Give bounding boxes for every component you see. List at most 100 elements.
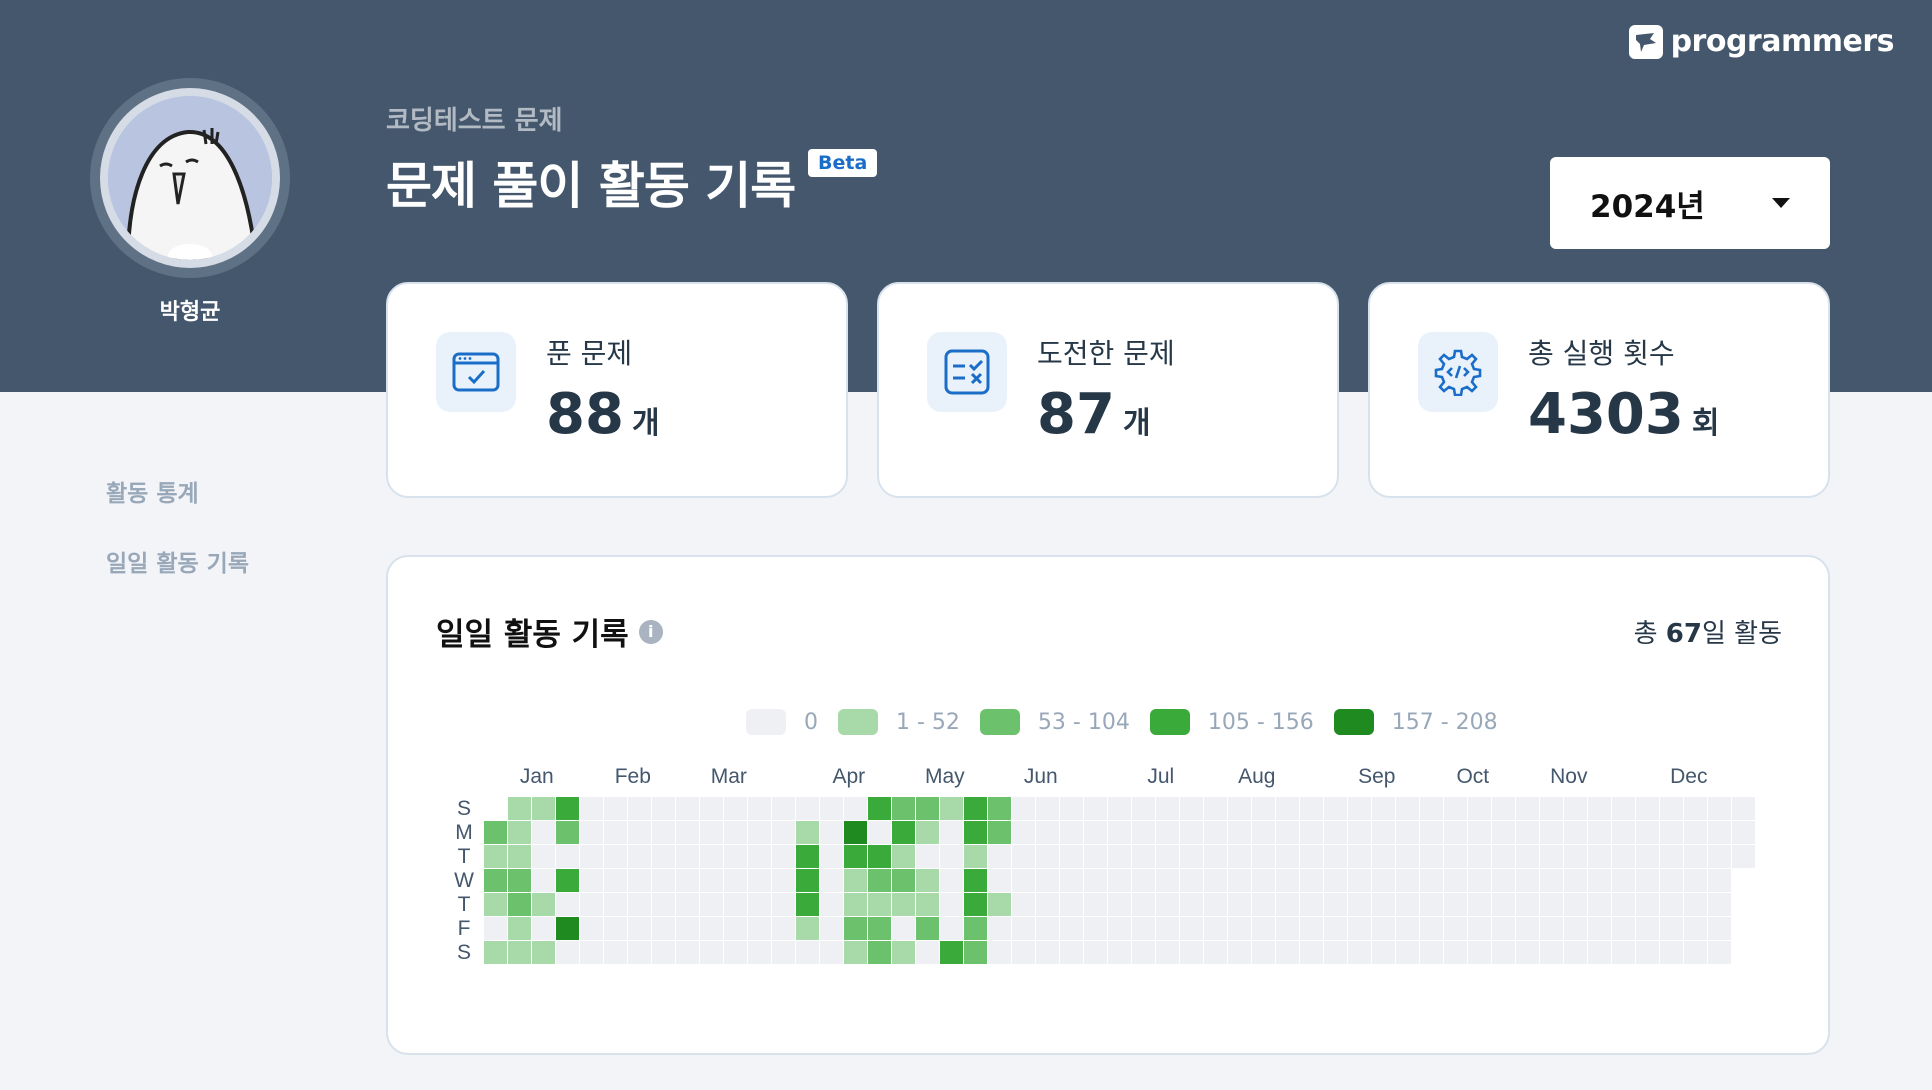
- heatmap-day-cell[interactable]: [628, 941, 651, 964]
- heatmap-day-cell[interactable]: [1684, 821, 1707, 844]
- heatmap-day-cell[interactable]: [1084, 797, 1107, 820]
- heatmap-day-cell[interactable]: [604, 845, 627, 868]
- heatmap-day-cell[interactable]: [1540, 845, 1563, 868]
- heatmap-day-cell[interactable]: [796, 941, 819, 964]
- heatmap-day-cell[interactable]: [916, 893, 939, 916]
- heatmap-day-cell[interactable]: [1636, 941, 1659, 964]
- heatmap-day-cell[interactable]: [1228, 893, 1251, 916]
- heatmap-day-cell[interactable]: [1660, 845, 1683, 868]
- heatmap-day-cell[interactable]: [1156, 869, 1179, 892]
- heatmap-day-cell[interactable]: [1084, 941, 1107, 964]
- heatmap-day-cell[interactable]: [1492, 845, 1515, 868]
- heatmap-day-cell[interactable]: [772, 869, 795, 892]
- heatmap-day-cell[interactable]: [1324, 869, 1347, 892]
- heatmap-day-cell[interactable]: [1204, 821, 1227, 844]
- heatmap-day-cell[interactable]: [1732, 821, 1755, 844]
- heatmap-day-cell[interactable]: [1396, 917, 1419, 940]
- heatmap-day-cell[interactable]: [820, 797, 843, 820]
- heatmap-day-cell[interactable]: [1516, 797, 1539, 820]
- heatmap-day-cell[interactable]: [844, 821, 867, 844]
- heatmap-day-cell[interactable]: [1348, 821, 1371, 844]
- heatmap-day-cell[interactable]: [1060, 869, 1083, 892]
- heatmap-day-cell[interactable]: [1588, 797, 1611, 820]
- heatmap-day-cell[interactable]: [916, 941, 939, 964]
- heatmap-day-cell[interactable]: [1060, 845, 1083, 868]
- heatmap-day-cell[interactable]: [1228, 845, 1251, 868]
- heatmap-day-cell[interactable]: [1300, 941, 1323, 964]
- heatmap-day-cell[interactable]: [700, 821, 723, 844]
- heatmap-day-cell[interactable]: [820, 845, 843, 868]
- heatmap-day-cell[interactable]: [1612, 917, 1635, 940]
- heatmap-day-cell[interactable]: [796, 893, 819, 916]
- heatmap-day-cell[interactable]: [1420, 869, 1443, 892]
- heatmap-day-cell[interactable]: [1348, 917, 1371, 940]
- heatmap-day-cell[interactable]: [1348, 893, 1371, 916]
- heatmap-day-cell[interactable]: [1612, 941, 1635, 964]
- heatmap-day-cell[interactable]: [1708, 797, 1731, 820]
- heatmap-day-cell[interactable]: [796, 821, 819, 844]
- heatmap-day-cell[interactable]: [1084, 917, 1107, 940]
- heatmap-day-cell[interactable]: [1540, 917, 1563, 940]
- heatmap-day-cell[interactable]: [580, 941, 603, 964]
- heatmap-day-cell[interactable]: [1684, 797, 1707, 820]
- heatmap-day-cell[interactable]: [796, 845, 819, 868]
- heatmap-day-cell[interactable]: [1132, 893, 1155, 916]
- heatmap-day-cell[interactable]: [1444, 821, 1467, 844]
- heatmap-day-cell[interactable]: [1324, 797, 1347, 820]
- heatmap-day-cell[interactable]: [1036, 845, 1059, 868]
- info-icon[interactable]: i: [638, 619, 663, 644]
- heatmap-day-cell[interactable]: [1420, 917, 1443, 940]
- heatmap-day-cell[interactable]: [940, 869, 963, 892]
- heatmap-day-cell[interactable]: [772, 845, 795, 868]
- heatmap-day-cell[interactable]: [652, 845, 675, 868]
- heatmap-day-cell[interactable]: [796, 869, 819, 892]
- heatmap-day-cell[interactable]: [1300, 821, 1323, 844]
- heatmap-day-cell[interactable]: [1540, 797, 1563, 820]
- heatmap-day-cell[interactable]: [1444, 917, 1467, 940]
- heatmap-day-cell[interactable]: [1372, 941, 1395, 964]
- heatmap-day-cell[interactable]: [1708, 821, 1731, 844]
- year-select[interactable]: 2024년: [1550, 157, 1830, 249]
- heatmap-day-cell[interactable]: [1108, 797, 1131, 820]
- heatmap-day-cell[interactable]: [916, 917, 939, 940]
- heatmap-day-cell[interactable]: [772, 797, 795, 820]
- heatmap-day-cell[interactable]: [1108, 869, 1131, 892]
- heatmap-day-cell[interactable]: [676, 845, 699, 868]
- heatmap-day-cell[interactable]: [724, 893, 747, 916]
- heatmap-day-cell[interactable]: [532, 845, 555, 868]
- heatmap-day-cell[interactable]: [1012, 893, 1035, 916]
- heatmap-day-cell[interactable]: [484, 893, 507, 916]
- heatmap-day-cell[interactable]: [988, 869, 1011, 892]
- heatmap-day-cell[interactable]: [556, 797, 579, 820]
- heatmap-day-cell[interactable]: [1708, 941, 1731, 964]
- heatmap-day-cell[interactable]: [1156, 941, 1179, 964]
- heatmap-day-cell[interactable]: [868, 941, 891, 964]
- heatmap-day-cell[interactable]: [988, 941, 1011, 964]
- heatmap-day-cell[interactable]: [700, 893, 723, 916]
- heatmap-day-cell[interactable]: [1180, 917, 1203, 940]
- heatmap-day-cell[interactable]: [1276, 941, 1299, 964]
- heatmap-day-cell[interactable]: [1204, 917, 1227, 940]
- heatmap-day-cell[interactable]: [820, 869, 843, 892]
- heatmap-day-cell[interactable]: [1060, 821, 1083, 844]
- heatmap-day-cell[interactable]: [916, 869, 939, 892]
- heatmap-day-cell[interactable]: [1276, 893, 1299, 916]
- heatmap-day-cell[interactable]: [652, 797, 675, 820]
- heatmap-day-cell[interactable]: [1300, 797, 1323, 820]
- heatmap-day-cell[interactable]: [868, 869, 891, 892]
- heatmap-day-cell[interactable]: [676, 821, 699, 844]
- heatmap-day-cell[interactable]: [1516, 893, 1539, 916]
- heatmap-day-cell[interactable]: [1468, 845, 1491, 868]
- heatmap-day-cell[interactable]: [1204, 941, 1227, 964]
- heatmap-day-cell[interactable]: [604, 869, 627, 892]
- heatmap-day-cell[interactable]: [964, 869, 987, 892]
- heatmap-day-cell[interactable]: [1468, 941, 1491, 964]
- heatmap-day-cell[interactable]: [1132, 917, 1155, 940]
- heatmap-day-cell[interactable]: [484, 845, 507, 868]
- heatmap-day-cell[interactable]: [1540, 893, 1563, 916]
- heatmap-day-cell[interactable]: [1564, 797, 1587, 820]
- heatmap-day-cell[interactable]: [724, 845, 747, 868]
- heatmap-day-cell[interactable]: [1012, 917, 1035, 940]
- heatmap-day-cell[interactable]: [628, 797, 651, 820]
- heatmap-day-cell[interactable]: [1708, 893, 1731, 916]
